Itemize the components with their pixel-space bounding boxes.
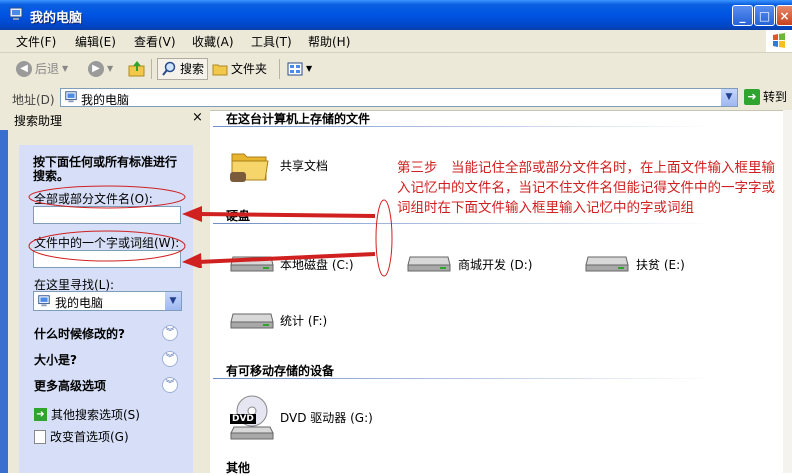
my-computer-icon xyxy=(9,7,23,20)
address-input[interactable]: 我的电脑 ▼ xyxy=(60,88,738,107)
close-button[interactable]: × xyxy=(776,5,792,26)
other-search-options-label: 其他搜索选项(S) xyxy=(51,408,140,422)
shared-docs-label[interactable]: 共享文档 xyxy=(280,157,328,174)
back-button[interactable]: ◀ 后退 ▼ xyxy=(16,58,68,80)
search-label: 搜索 xyxy=(180,62,205,76)
go-button[interactable]: ➜ 转到 xyxy=(744,88,787,105)
menu-bar: 文件(F) 编辑(E) 查看(V) 收藏(A) 工具(T) 帮助(H) xyxy=(0,30,792,53)
checklist-icon xyxy=(34,429,46,444)
toolbar-divider xyxy=(151,59,152,79)
back-label: 后退 xyxy=(35,62,60,76)
search-pane-header: 搜索助理 × xyxy=(0,110,210,130)
forward-button[interactable]: ▶ ▼ xyxy=(88,58,113,80)
lookin-value: 我的电脑 xyxy=(55,296,104,310)
dvd-drive-label[interactable]: DVD 驱动器 (G:) xyxy=(280,409,373,426)
back-arrow-icon: ◀ xyxy=(16,61,32,77)
desktop-edge xyxy=(0,130,8,473)
go-arrow-icon: ➜ xyxy=(744,88,760,105)
toolbar: ◀ 后退 ▼ ▶ ▼ 搜索 文件夹 ▼ xyxy=(0,53,792,87)
section-divider xyxy=(213,126,713,127)
drive-d-label[interactable]: 商城开发 (D:) xyxy=(458,256,532,273)
hard-disk-icon xyxy=(407,256,451,272)
folder-icon xyxy=(212,64,228,76)
other-search-options-link[interactable]: ➜ 其他搜索选项(S) xyxy=(34,406,140,423)
section-title-stored-files: 在这台计算机上存储的文件 xyxy=(226,112,371,126)
folders-button[interactable]: 文件夹 xyxy=(212,58,267,80)
address-label: 地址(D) xyxy=(12,93,55,107)
search-icon xyxy=(162,61,176,76)
highlight-ellipse xyxy=(28,185,186,209)
section-divider xyxy=(213,378,713,379)
menu-edit[interactable]: 编辑(E) xyxy=(75,33,116,50)
views-button[interactable]: ▼ xyxy=(287,58,312,80)
scrollbar[interactable] xyxy=(783,110,792,473)
chevron-down-icon[interactable]: ︾ xyxy=(162,325,178,341)
chevron-down-icon: ▼ xyxy=(107,64,114,73)
shared-docs-item[interactable] xyxy=(228,146,272,189)
change-preferences-link[interactable]: 改变首选项(G) xyxy=(34,428,129,445)
windows-logo-icon xyxy=(766,30,792,52)
annotation-arrows xyxy=(182,206,376,268)
hard-disk-icon xyxy=(230,313,274,329)
lookin-select[interactable]: 我的电脑 ▼ xyxy=(33,291,182,311)
drive-e-label[interactable]: 扶贫 (E:) xyxy=(636,256,685,273)
maximize-button[interactable]: □ xyxy=(754,5,775,26)
folders-label: 文件夹 xyxy=(231,62,268,76)
section-title-removable: 有可移动存储的设备 xyxy=(226,364,335,378)
toolbar-divider xyxy=(279,59,280,79)
forward-arrow-icon: ▶ xyxy=(88,61,104,77)
menu-file[interactable]: 文件(F) xyxy=(16,33,56,50)
chevron-down-icon[interactable]: ︾ xyxy=(162,377,178,393)
shared-folder-icon xyxy=(230,153,269,182)
drive-f-label[interactable]: 统计 (F:) xyxy=(280,312,327,329)
search-pane-title: 搜索助理 xyxy=(14,114,63,128)
window-title: 我的电脑 xyxy=(30,11,83,26)
chevron-down-icon: ▼ xyxy=(306,64,313,73)
search-button[interactable]: 搜索 xyxy=(157,58,209,80)
up-folder-icon xyxy=(128,61,145,77)
close-icon[interactable]: × xyxy=(192,110,203,125)
views-icon xyxy=(287,62,303,76)
section-title-other: 其他 xyxy=(226,461,251,475)
chevron-down-icon: ▼ xyxy=(62,64,69,73)
change-preferences-label: 改变首选项(G) xyxy=(50,430,129,444)
option-modified-label[interactable]: 什么时候修改的? xyxy=(34,325,125,342)
chevron-down-icon[interactable]: ▼ xyxy=(165,292,181,310)
my-computer-icon xyxy=(65,91,77,103)
menu-view[interactable]: 查看(V) xyxy=(134,33,176,50)
menu-tools[interactable]: 工具(T) xyxy=(251,33,292,50)
address-bar: 地址(D) 我的电脑 ▼ xyxy=(0,86,792,111)
option-size-label[interactable]: 大小是? xyxy=(34,351,77,368)
search-instructions: 按下面任何或所有标准进行搜索。 xyxy=(33,155,178,183)
minimize-button[interactable]: _ xyxy=(732,5,753,26)
up-folder-button[interactable] xyxy=(128,58,146,80)
option-advanced-label[interactable]: 更多高级选项 xyxy=(34,377,106,394)
dvd-badge: DVD xyxy=(230,414,256,424)
address-value: 我的电脑 xyxy=(81,93,130,107)
instruction-annotation: 第三步 当能记住全部或部分文件名时，在上面文件输入框里输入记忆中的文件名，当记不… xyxy=(397,160,775,216)
go-label: 转到 xyxy=(763,90,788,104)
title-bar: 我的电脑 _ □ × xyxy=(0,0,792,30)
arrow-right-icon: ➜ xyxy=(34,408,47,421)
menu-favorites[interactable]: 收藏(A) xyxy=(192,33,234,50)
menu-help[interactable]: 帮助(H) xyxy=(308,33,350,50)
highlight-ellipse xyxy=(28,230,186,262)
chevron-down-icon[interactable]: ︾ xyxy=(162,351,178,367)
chevron-down-icon[interactable]: ▼ xyxy=(721,89,737,106)
hard-disk-icon xyxy=(585,256,629,272)
my-computer-icon xyxy=(38,295,50,307)
